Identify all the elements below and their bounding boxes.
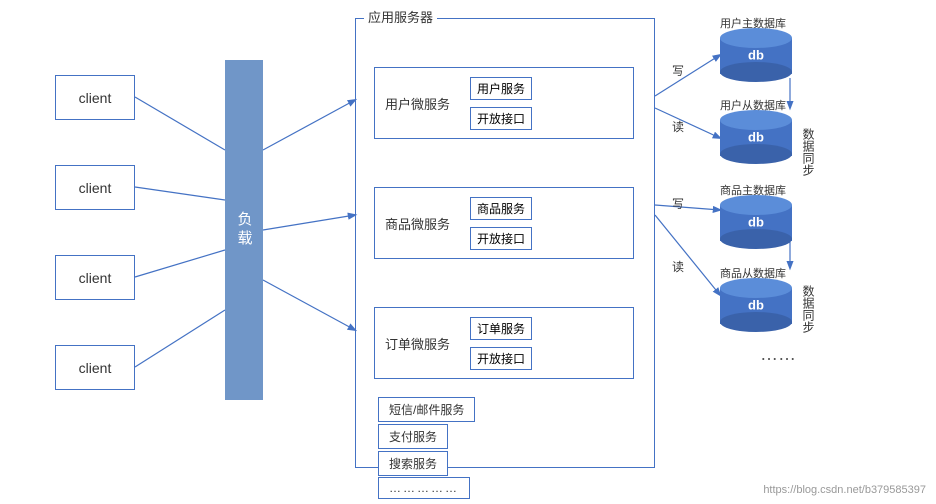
- order-service-box: 订单服务: [470, 317, 532, 340]
- read-label-2: 读: [672, 258, 684, 275]
- load-balancer: 负载: [225, 60, 263, 400]
- data-sync-label-2: 数据同步: [800, 285, 817, 325]
- user-microservice: 用户微服务 用户服务 开放接口: [374, 67, 634, 139]
- user-open-api-box: 开放接口: [470, 107, 532, 130]
- write-label-2: 写: [672, 195, 684, 212]
- user-service-box: 用户服务: [470, 77, 532, 100]
- client-box-4: client: [55, 345, 135, 390]
- read-label-1: 读: [672, 118, 684, 135]
- user-slave-db-label: 用户从数据库: [720, 97, 786, 113]
- product-slave-db: db: [720, 278, 792, 332]
- app-server: 应用服务器 用户微服务 用户服务 开放接口 商品微服务 商品服务 开放接口 订单…: [355, 18, 655, 468]
- write-label-1: 写: [672, 62, 684, 79]
- user-master-db: db: [720, 28, 792, 82]
- search-service: 搜索服务: [378, 451, 448, 476]
- product-slave-db-label: 商品从数据库: [720, 265, 786, 281]
- product-service-box: 商品服务: [470, 197, 532, 220]
- load-balancer-label: 负载: [234, 211, 255, 249]
- client-box-1: client: [55, 75, 135, 120]
- client-box-2: client: [55, 165, 135, 210]
- client-box-3: client: [55, 255, 135, 300]
- product-open-api-box: 开放接口: [470, 227, 532, 250]
- order-open-api-box: 开放接口: [470, 347, 532, 370]
- product-master-db-label: 商品主数据库: [720, 182, 786, 198]
- order-microservice-label: 订单微服务: [375, 334, 460, 353]
- watermark: https://blog.csdn.net/b379585397: [763, 484, 926, 496]
- app-server-title: 应用服务器: [364, 7, 437, 26]
- pay-service: 支付服务: [378, 424, 448, 449]
- user-master-db-label: 用户主数据库: [720, 15, 786, 31]
- order-microservice: 订单微服务 订单服务 开放接口: [374, 307, 634, 379]
- user-slave-db: db: [720, 110, 792, 164]
- diagram-container: …… client client client client 负载 应用服务器 …: [0, 0, 936, 504]
- product-master-db: db: [720, 195, 792, 249]
- user-microservice-label: 用户微服务: [375, 94, 460, 113]
- product-microservice-label: 商品微服务: [375, 214, 460, 233]
- sms-service: 短信/邮件服务: [378, 397, 475, 422]
- product-microservice: 商品微服务 商品服务 开放接口: [374, 187, 634, 259]
- more-service: ……………: [378, 477, 470, 499]
- svg-text:……: ……: [760, 344, 796, 364]
- data-sync-label-1: 数据同步: [800, 128, 817, 168]
